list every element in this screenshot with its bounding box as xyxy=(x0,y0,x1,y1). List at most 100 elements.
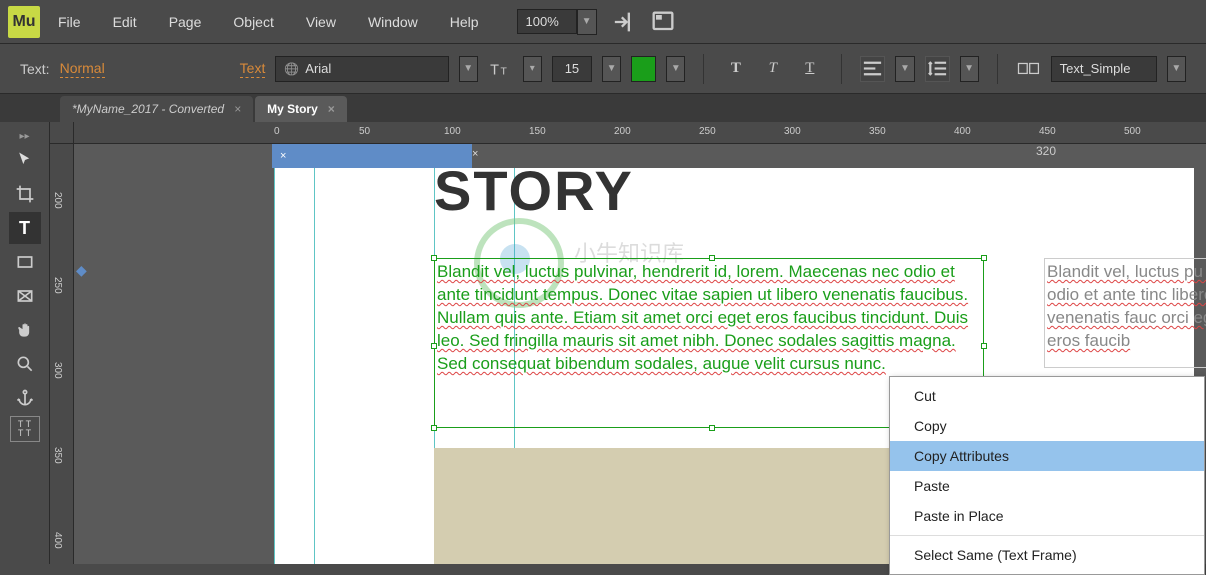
svg-text:T: T xyxy=(500,67,507,78)
frame-tool[interactable] xyxy=(9,280,41,312)
ctx-paste-in-place[interactable]: Paste in Place xyxy=(890,501,1204,531)
leading-dropdown[interactable]: ▼ xyxy=(960,56,979,82)
ruler-tick: 250 xyxy=(699,126,716,137)
ruler-tick: 350 xyxy=(52,447,63,464)
guide[interactable] xyxy=(274,168,275,564)
font-select[interactable]: Arial xyxy=(275,56,448,82)
text-content[interactable]: Blandit vel, luctus pulvinar, hendrerit … xyxy=(437,261,981,376)
page-width-label: 320 xyxy=(1036,144,1056,158)
anchor-tool[interactable] xyxy=(9,382,41,414)
ruler-tick: 0 xyxy=(274,126,280,137)
text-frame[interactable]: Blandit vel, luctus pu nec odio et ante … xyxy=(1044,258,1206,368)
ctx-paste[interactable]: Paste xyxy=(890,471,1204,501)
resize-handle[interactable] xyxy=(431,343,437,349)
underline-button[interactable]: T xyxy=(798,57,821,81)
menu-window[interactable]: Window xyxy=(354,8,432,36)
menu-page[interactable]: Page xyxy=(155,8,216,36)
ruler-tick: 250 xyxy=(52,277,63,294)
menu-view[interactable]: View xyxy=(292,8,350,36)
close-icon[interactable]: × xyxy=(280,150,286,162)
ruler-corner xyxy=(50,122,74,144)
menu-separator xyxy=(890,535,1204,536)
font-size-icon: TT xyxy=(488,56,513,82)
font-name: Arial xyxy=(305,61,331,76)
vertical-ruler[interactable]: 200 250 300 350 400 xyxy=(50,144,74,564)
font-dropdown[interactable]: ▼ xyxy=(459,56,478,82)
resize-handle[interactable] xyxy=(981,255,987,261)
preview-icon[interactable] xyxy=(649,8,677,36)
link-button[interactable] xyxy=(1016,56,1041,82)
text-link[interactable]: Text xyxy=(240,60,266,78)
tab-myname[interactable]: *MyName_2017 - Converted × xyxy=(60,96,253,122)
text-color-swatch[interactable] xyxy=(631,56,656,82)
ctx-copy-attributes[interactable]: Copy Attributes xyxy=(890,441,1204,471)
app-logo: Mu xyxy=(8,6,40,38)
ctx-select-same[interactable]: Select Same (Text Frame) xyxy=(890,540,1204,570)
align-button[interactable] xyxy=(860,56,885,82)
context-menu: Cut Copy Copy Attributes Paste Paste in … xyxy=(889,376,1205,575)
menu-help[interactable]: Help xyxy=(436,8,493,36)
guide[interactable] xyxy=(314,168,315,564)
menubar: Mu File Edit Page Object View Window Hel… xyxy=(0,0,1206,44)
ruler-tick: 300 xyxy=(784,126,801,137)
align-dropdown[interactable]: ▼ xyxy=(895,56,914,82)
resize-handle[interactable] xyxy=(431,425,437,431)
text-frame-tool[interactable]: T TT T xyxy=(10,416,40,442)
para-style-dropdown[interactable]: ▼ xyxy=(1167,56,1186,82)
ruler-tick: 400 xyxy=(52,532,63,549)
tab-mystory[interactable]: My Story × xyxy=(255,96,347,122)
close-icon[interactable]: × xyxy=(328,102,335,116)
tab-label: My Story xyxy=(267,102,318,116)
ruler-tick: 100 xyxy=(444,126,461,137)
paragraph-style-select[interactable]: Text_Simple xyxy=(1051,56,1157,82)
close-icon[interactable]: × xyxy=(234,102,241,116)
selection-tool[interactable] xyxy=(9,144,41,176)
ruler-marker-icon[interactable]: ◆ xyxy=(76,262,87,279)
bold-button[interactable]: T xyxy=(724,57,747,81)
italic-button[interactable]: T xyxy=(761,57,784,81)
tab-label: *MyName_2017 - Converted xyxy=(72,102,224,116)
page-strip: × × 320 xyxy=(74,144,1206,168)
menu-edit[interactable]: Edit xyxy=(99,8,151,36)
resize-handle[interactable] xyxy=(709,255,715,261)
text-label: Text: xyxy=(20,61,50,77)
crop-tool[interactable] xyxy=(9,178,41,210)
ruler-tick: 200 xyxy=(52,192,63,209)
document-tabs: *MyName_2017 - Converted × My Story × xyxy=(0,94,1206,122)
resize-handle[interactable] xyxy=(431,255,437,261)
ctx-cut[interactable]: Cut xyxy=(890,381,1204,411)
size-down[interactable]: ▾ xyxy=(523,56,542,82)
resize-handle[interactable] xyxy=(709,425,715,431)
color-dropdown[interactable]: ▼ xyxy=(666,56,685,82)
toolbox-expand[interactable]: ▸▸ xyxy=(0,130,49,142)
leading-button[interactable] xyxy=(925,56,950,82)
rectangle-tool[interactable] xyxy=(9,246,41,278)
ruler-tick: 200 xyxy=(614,126,631,137)
ctx-copy[interactable]: Copy xyxy=(890,411,1204,441)
horizontal-ruler[interactable]: 0 50 100 150 200 250 300 350 400 450 500… xyxy=(74,122,1206,144)
globe-icon xyxy=(284,61,299,76)
menu-file[interactable]: File xyxy=(44,8,95,36)
ruler-tick: 300 xyxy=(52,362,63,379)
text-tool[interactable]: T xyxy=(9,212,41,244)
svg-text:T: T xyxy=(490,63,499,79)
font-size-input[interactable] xyxy=(552,56,592,82)
zoom-input[interactable] xyxy=(517,9,577,34)
ruler-tick: 500 xyxy=(1124,126,1141,137)
text-state-link[interactable]: Normal xyxy=(60,60,105,78)
size-dropdown[interactable]: ▼ xyxy=(602,56,621,82)
publish-icon[interactable] xyxy=(609,8,637,36)
options-bar: Text: Normal Text Arial ▼ TT ▾ ▼ ▼ T T T… xyxy=(0,44,1206,94)
menu-object[interactable]: Object xyxy=(219,8,287,36)
page-heading: STORY xyxy=(434,158,634,223)
ruler-tick: 350 xyxy=(869,126,886,137)
divider xyxy=(997,54,998,84)
zoom-tool[interactable] xyxy=(9,348,41,380)
text-content: Blandit vel, luctus pu nec odio et ante … xyxy=(1047,261,1206,353)
hand-tool[interactable] xyxy=(9,314,41,346)
zoom-dropdown[interactable]: ▼ xyxy=(577,9,597,35)
toolbox: ▸▸ T T TT T xyxy=(0,122,50,564)
resize-handle[interactable] xyxy=(981,343,987,349)
ruler-tick: 450 xyxy=(1039,126,1056,137)
ruler-tick: 150 xyxy=(529,126,546,137)
